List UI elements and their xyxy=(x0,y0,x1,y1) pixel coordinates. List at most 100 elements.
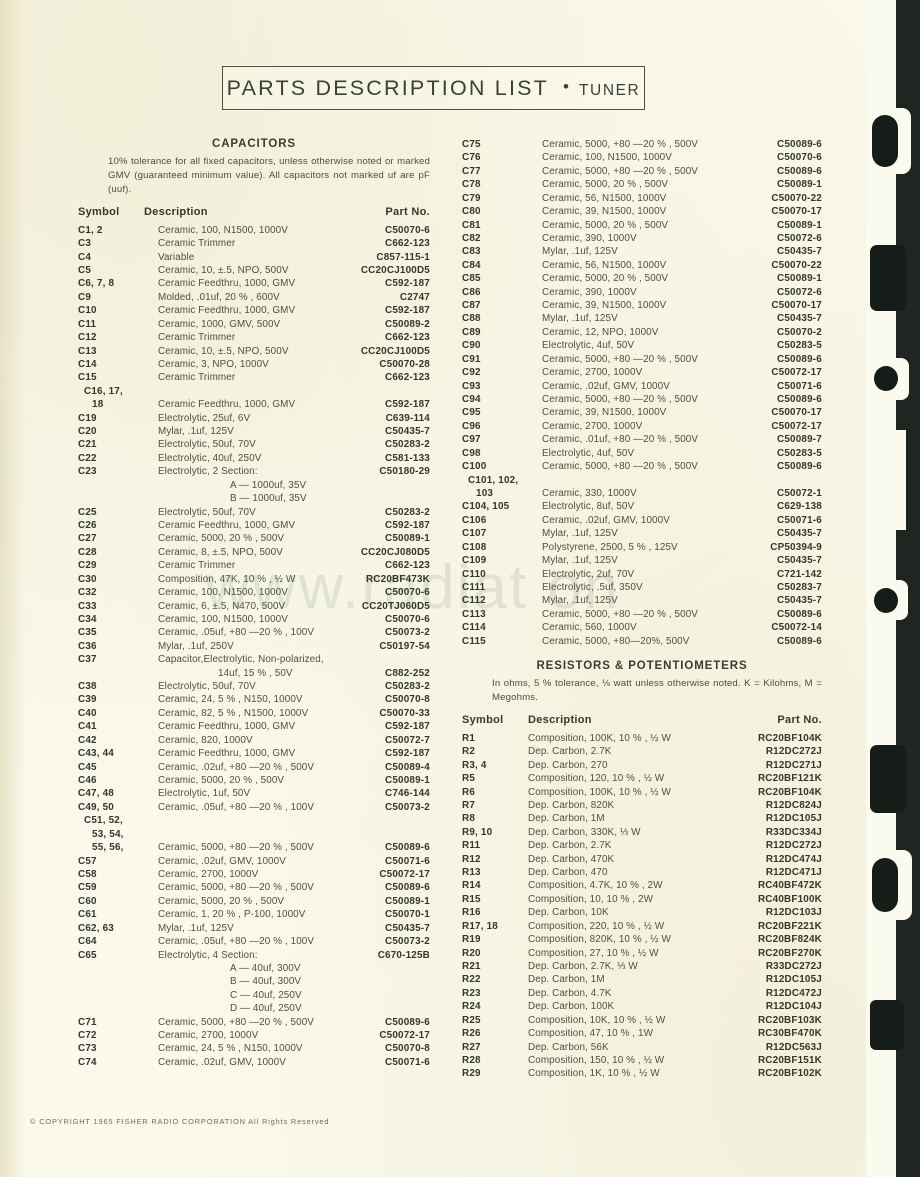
table-row: R1 Composition, 100K, 10 % , ½ W RC20BF104… xyxy=(462,732,822,745)
table-row: R27 Dep. Carbon, 56K R12DC563J xyxy=(462,1041,822,1054)
row-description: Composition, 4.7K, 10 % , 2W xyxy=(528,880,663,892)
table-row: C43, 44 Ceramic Feedthru, 1000, GMV C592-1… xyxy=(78,747,430,760)
row-part-number: C50071-6 xyxy=(777,514,822,526)
row-symbol: C110 xyxy=(462,568,486,580)
capacitors-column-headers: Symbol Description Part No. xyxy=(78,206,430,218)
table-row: C38 Electrolytic, 50uf, 70V C50283-2 xyxy=(78,680,430,693)
row-symbol: R3, 4 xyxy=(462,759,487,771)
table-row: B — 1000uf, 35V xyxy=(78,492,430,505)
row-description: Ceramic Feedthru, 1000, GMV xyxy=(158,399,296,411)
row-description: Ceramic, 5000, +80 —20 % , 500V xyxy=(158,842,314,854)
row-part-number: RC20BF102K xyxy=(757,1068,822,1080)
row-description: Composition, 220, 10 % , ½ W xyxy=(528,920,665,932)
row-part-number: C50283-2 xyxy=(385,506,430,518)
row-description: Composition, 27, 10 % , ½ W xyxy=(528,947,659,959)
row-description: Ceramic, 5000, 20 % , 500V xyxy=(542,179,669,191)
row-symbol: C113 xyxy=(462,608,486,620)
table-row: R5 Composition, 120, 10 % , ½ W RC20BF121K xyxy=(462,772,822,785)
binder-hole-7 xyxy=(872,858,898,912)
table-row: C106 Ceramic, .02uf, GMV, 1000V C50071-6 xyxy=(462,514,822,527)
row-symbol: C106 xyxy=(462,514,487,526)
table-row: C11 Ceramic, 1000, GMV, 500V C50089-2 xyxy=(78,318,430,331)
row-part-number: C50073-2 xyxy=(385,801,430,813)
row-symbol xyxy=(78,1002,158,1015)
row-description: Dep. Carbon, 470 xyxy=(528,867,608,879)
row-part-number: C50070-2 xyxy=(777,326,822,338)
table-row: C35 Ceramic, .05uf, +80 —20 % , 100V C5007… xyxy=(78,626,430,639)
table-row: C112 Mylar, .1uf, 125V C50435-7 xyxy=(462,594,822,607)
row-part-number: RC20BF104K xyxy=(757,786,822,798)
page-title: PARTS DESCRIPTION LIST • TUNER xyxy=(227,76,641,101)
table-row: C29 Ceramic Trimmer C662-123 xyxy=(78,559,430,572)
row-description: Ceramic, 39, N1500, 1000V xyxy=(542,300,667,312)
resistors-column-headers: Symbol Description Part No. xyxy=(462,714,822,726)
row-description: Ceramic, .02uf, GMV, 1000V xyxy=(542,514,670,526)
table-row: C62, 63 Mylar, .1uf, 125V C50435-7 xyxy=(78,922,430,935)
row-description: Ceramic, 100, N1500, 1000V xyxy=(158,613,288,625)
row-part-number: C50089-6 xyxy=(777,353,822,365)
row-description: Ceramic, 24, 5 % , N150, 1000V xyxy=(158,1043,303,1055)
row-description: Ceramic, 100, N1500, 1000V xyxy=(542,152,672,164)
table-row: C20 Mylar, .1uf, 125V C50435-7 xyxy=(78,425,430,438)
row-description: Ceramic, 56, N1500, 1000V xyxy=(542,192,667,204)
row-part-number: C50070-6 xyxy=(385,224,430,236)
row-symbol: C15 xyxy=(78,372,97,384)
row-part-number: C50283-5 xyxy=(777,340,822,352)
table-row: C40 Ceramic, 82, 5 % , N1500, 1000V C50070… xyxy=(78,707,430,720)
row-part-number: C50073-2 xyxy=(385,936,430,948)
table-row: A — 40uf, 300V xyxy=(78,962,430,975)
capacitors-table-left: C1, 2 Ceramic, 100, N1500, 1000V C50070-6 C… xyxy=(78,224,430,1070)
col-header-part: Part No. xyxy=(385,205,430,218)
binder-notch-8 xyxy=(870,1000,904,1050)
table-row: C22 Electrolytic, 40uf, 250V C581-133 xyxy=(78,452,430,465)
table-row: C101, 102, xyxy=(462,474,822,487)
row-symbol: C72 xyxy=(78,1030,97,1042)
table-row: 103 Ceramic, 330, 1000V C50072-1 xyxy=(462,487,822,500)
row-description: Ceramic, 5000, 20 % , 500V xyxy=(542,273,669,285)
row-symbol: C29 xyxy=(78,560,97,572)
table-row: D — 40uf, 250V xyxy=(78,1002,430,1015)
table-row: C21 Electrolytic, 50uf, 70V C50283-2 xyxy=(78,438,430,451)
table-row: C46 Ceramic, 5000, 20 % , 500V C50089-1 xyxy=(78,774,430,787)
row-description: Ceramic, .05uf, +80 —20 % , 100V xyxy=(158,936,315,948)
row-part-number: C746-144 xyxy=(385,788,430,800)
row-symbol: C34 xyxy=(78,613,97,625)
row-part-number: C50072-14 xyxy=(771,622,822,634)
row-part-number: C50072-17 xyxy=(379,868,430,880)
row-description: Composition, 100K, 10 % , ½ W xyxy=(528,732,671,744)
table-row: C12 Ceramic Trimmer C662-123 xyxy=(78,331,430,344)
row-part-number: C581-133 xyxy=(385,452,430,464)
row-symbol: C6, 7, 8 xyxy=(78,278,115,290)
row-description: Ceramic, 5000, 20 % , 500V xyxy=(158,533,285,545)
col-header-description-r: Description xyxy=(528,713,592,726)
row-symbol xyxy=(78,492,158,505)
table-row: C80 Ceramic, 39, N1500, 1000V C50070-17 xyxy=(462,205,822,218)
table-row: C15 Ceramic Trimmer C662-123 xyxy=(78,371,430,384)
table-row: C83 Mylar, .1uf, 125V C50435-7 xyxy=(462,245,822,258)
row-description: Ceramic, 2700, 1000V xyxy=(158,1030,259,1042)
row-description: Ceramic, 330, 1000V xyxy=(542,487,637,499)
row-part-number: C50283-2 xyxy=(385,439,430,451)
table-row: C81 Ceramic, 5000, 20 % , 500V C50089-1 xyxy=(462,219,822,232)
row-description: Ceramic, 2700, 1000V xyxy=(542,420,643,432)
row-description: Electrolytic, 50uf, 70V xyxy=(158,439,256,451)
table-row: R3, 4 Dep. Carbon, 270 R12DC271J xyxy=(462,759,822,772)
row-description: Electrolytic, 4 Section: xyxy=(158,949,258,961)
row-description xyxy=(158,814,334,827)
row-description: Ceramic, 10, ±.5, NPO, 500V xyxy=(158,264,289,276)
row-description: Ceramic Feedthru, 1000, GMV xyxy=(158,748,296,760)
row-symbol: C90 xyxy=(462,340,481,352)
row-symbol: C95 xyxy=(462,407,481,419)
row-part-number: CC20CJ080D5 xyxy=(360,546,430,558)
table-row: C107 Mylar, .1uf, 125V C50435-7 xyxy=(462,527,822,540)
table-row: R22 Dep. Carbon, 1M R12DC105J xyxy=(462,973,822,986)
row-part-number: R12DC103J xyxy=(765,907,822,919)
row-description: Ceramic, 5000, +80 —20 % , 500V xyxy=(542,394,698,406)
row-description: Ceramic, 2700, 1000V xyxy=(158,868,259,880)
row-part-number: R12DC472J xyxy=(765,987,822,999)
row-symbol: R12 xyxy=(462,853,481,865)
row-description: Composition, 10K, 10 % , ½ W xyxy=(528,1014,666,1026)
row-description: Ceramic, 2700, 1000V xyxy=(542,367,643,379)
row-part-number: C721-142 xyxy=(777,568,822,580)
row-description: Electrolytic, 50uf, 70V xyxy=(158,681,256,693)
